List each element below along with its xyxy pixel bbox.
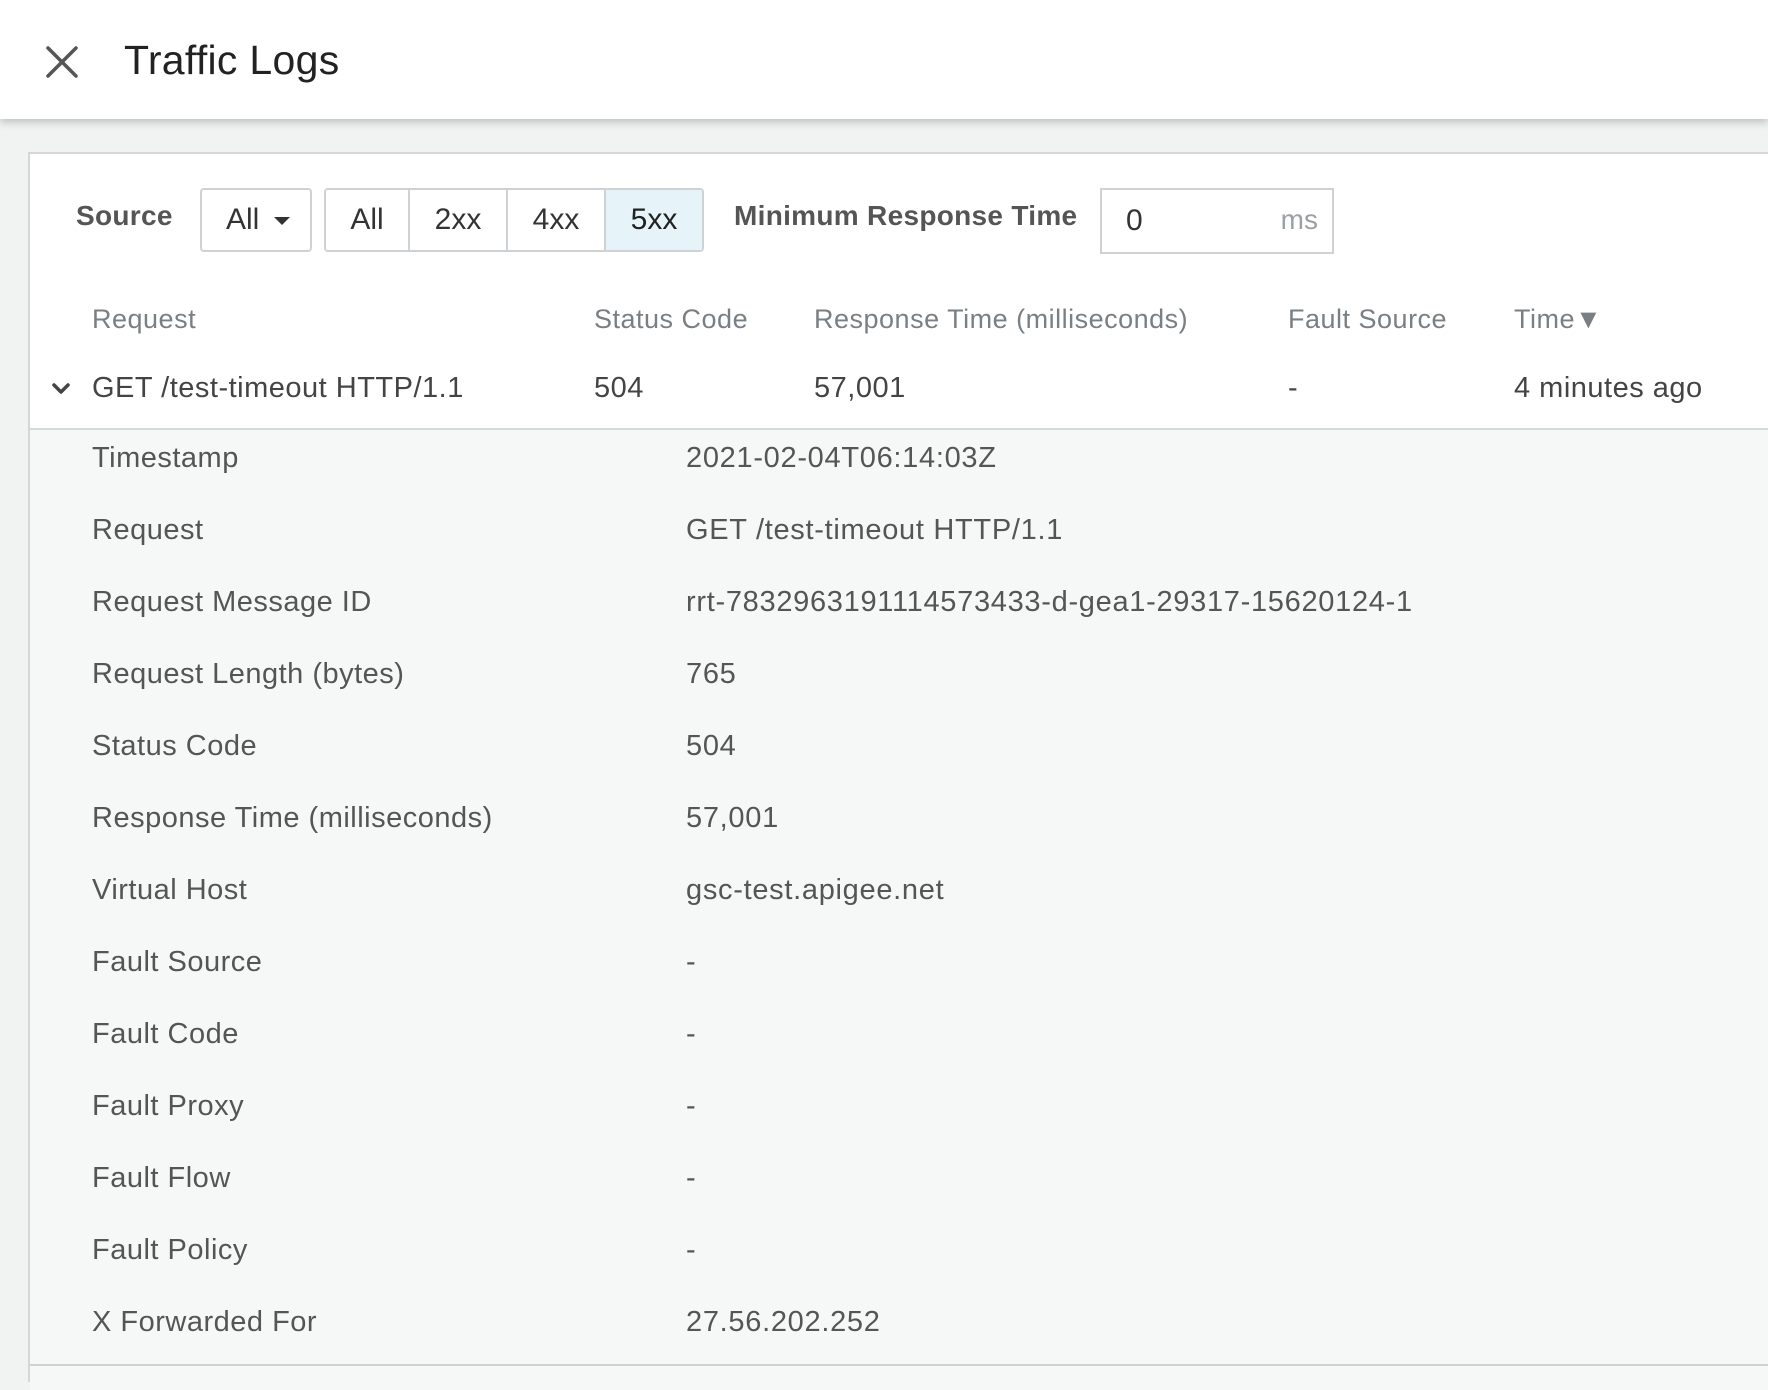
detail-row: Request Message ID rrt-78329631911145734…	[30, 574, 1768, 646]
chevron-down-icon[interactable]	[46, 374, 76, 404]
detail-label: X Forwarded For	[92, 1306, 318, 1338]
detail-value: 504	[686, 730, 737, 762]
row-response-time: 57,001	[814, 372, 906, 404]
header-status-code[interactable]: Status Code	[594, 304, 748, 335]
detail-label: Fault Flow	[92, 1162, 231, 1194]
detail-label: Fault Code	[92, 1018, 239, 1050]
status-filter-4xx[interactable]: 4xx	[508, 190, 606, 250]
table-row[interactable]: GET /test-timeout HTTP/1.1 504 57,001 - …	[30, 354, 1768, 430]
status-filter-5xx[interactable]: 5xx	[606, 190, 702, 250]
detail-value: -	[686, 946, 697, 978]
detail-row: X Forwarded For 27.56.202.252	[30, 1294, 1768, 1366]
source-label: Source	[76, 200, 173, 231]
detail-value: gsc-test.apigee.net	[686, 874, 945, 906]
detail-label: Virtual Host	[92, 874, 248, 906]
caret-down-icon	[274, 217, 290, 225]
source-dropdown-value: All	[226, 203, 260, 236]
row-fault-source: -	[1288, 372, 1299, 404]
detail-row: Timestamp 2021-02-04T06:14:03Z	[30, 430, 1768, 502]
detail-row: Fault Source -	[30, 934, 1768, 1006]
min-response-time-label: Minimum Response Time	[734, 200, 1078, 231]
min-response-time-input[interactable]: 0 ms	[1100, 188, 1334, 254]
detail-row: Fault Flow -	[30, 1150, 1768, 1222]
page-title: Traffic Logs	[124, 37, 340, 83]
detail-label: Status Code	[92, 730, 258, 762]
detail-value: 27.56.202.252	[686, 1306, 881, 1338]
status-filter-all[interactable]: All	[326, 190, 410, 250]
header-fault-source[interactable]: Fault Source	[1288, 304, 1447, 335]
detail-row: Virtual Host gsc-test.apigee.net	[30, 862, 1768, 934]
detail-row: Fault Proxy -	[30, 1078, 1768, 1150]
detail-value: -	[686, 1162, 697, 1194]
detail-value: GET /test-timeout HTTP/1.1	[686, 514, 1064, 546]
detail-label: Timestamp	[92, 442, 239, 474]
status-filter-2xx[interactable]: 2xx	[410, 190, 508, 250]
table-header: Request Status Code Response Time (milli…	[30, 284, 1768, 356]
close-button[interactable]	[36, 36, 88, 88]
row-status-code: 504	[594, 372, 644, 404]
detail-value: -	[686, 1234, 697, 1266]
header-request[interactable]: Request	[92, 304, 196, 335]
header-response-time[interactable]: Response Time (milliseconds)	[814, 304, 1188, 335]
detail-value: -	[686, 1018, 697, 1050]
detail-label: Request Message ID	[92, 586, 372, 618]
min-response-time-unit: ms	[1280, 204, 1318, 235]
detail-value: 765	[686, 658, 737, 690]
detail-row: Fault Policy -	[30, 1222, 1768, 1294]
detail-row: Response Time (milliseconds) 57,001	[30, 790, 1768, 862]
detail-row: Request GET /test-timeout HTTP/1.1	[30, 502, 1768, 574]
detail-label: Fault Proxy	[92, 1090, 245, 1122]
detail-row: Request Length (bytes) 765	[30, 646, 1768, 718]
detail-label: Request	[92, 514, 204, 546]
row-time: 4 minutes ago	[1514, 372, 1703, 404]
row-details: Timestamp 2021-02-04T06:14:03Z Request G…	[30, 430, 1768, 1390]
source-dropdown[interactable]: All	[200, 188, 312, 252]
detail-value: -	[686, 1090, 697, 1122]
divider	[30, 1364, 1768, 1366]
detail-label: Response Time (milliseconds)	[92, 802, 493, 834]
min-response-time-value: 0	[1126, 204, 1143, 237]
row-request: GET /test-timeout HTTP/1.1	[92, 372, 464, 404]
status-filter-group: All 2xx 4xx 5xx	[324, 188, 704, 252]
detail-value: rrt-7832963191114573433-d-gea1-29317-156…	[686, 586, 1413, 618]
header-time[interactable]: Time▼	[1514, 304, 1602, 335]
detail-label: Fault Policy	[92, 1234, 248, 1266]
detail-label: Request Length (bytes)	[92, 658, 405, 690]
close-icon	[46, 46, 78, 78]
detail-label: Fault Source	[92, 946, 263, 978]
detail-row: Fault Code -	[30, 1006, 1768, 1078]
detail-row: Status Code 504	[30, 718, 1768, 790]
detail-value: 2021-02-04T06:14:03Z	[686, 442, 997, 474]
traffic-logs-panel: Source All All 2xx 4xx 5xx Minimum Respo…	[28, 152, 1768, 1390]
filter-bar: Source All All 2xx 4xx 5xx Minimum Respo…	[30, 154, 1768, 284]
header-bar: Traffic Logs	[0, 0, 1768, 119]
detail-value: 57,001	[686, 802, 779, 834]
